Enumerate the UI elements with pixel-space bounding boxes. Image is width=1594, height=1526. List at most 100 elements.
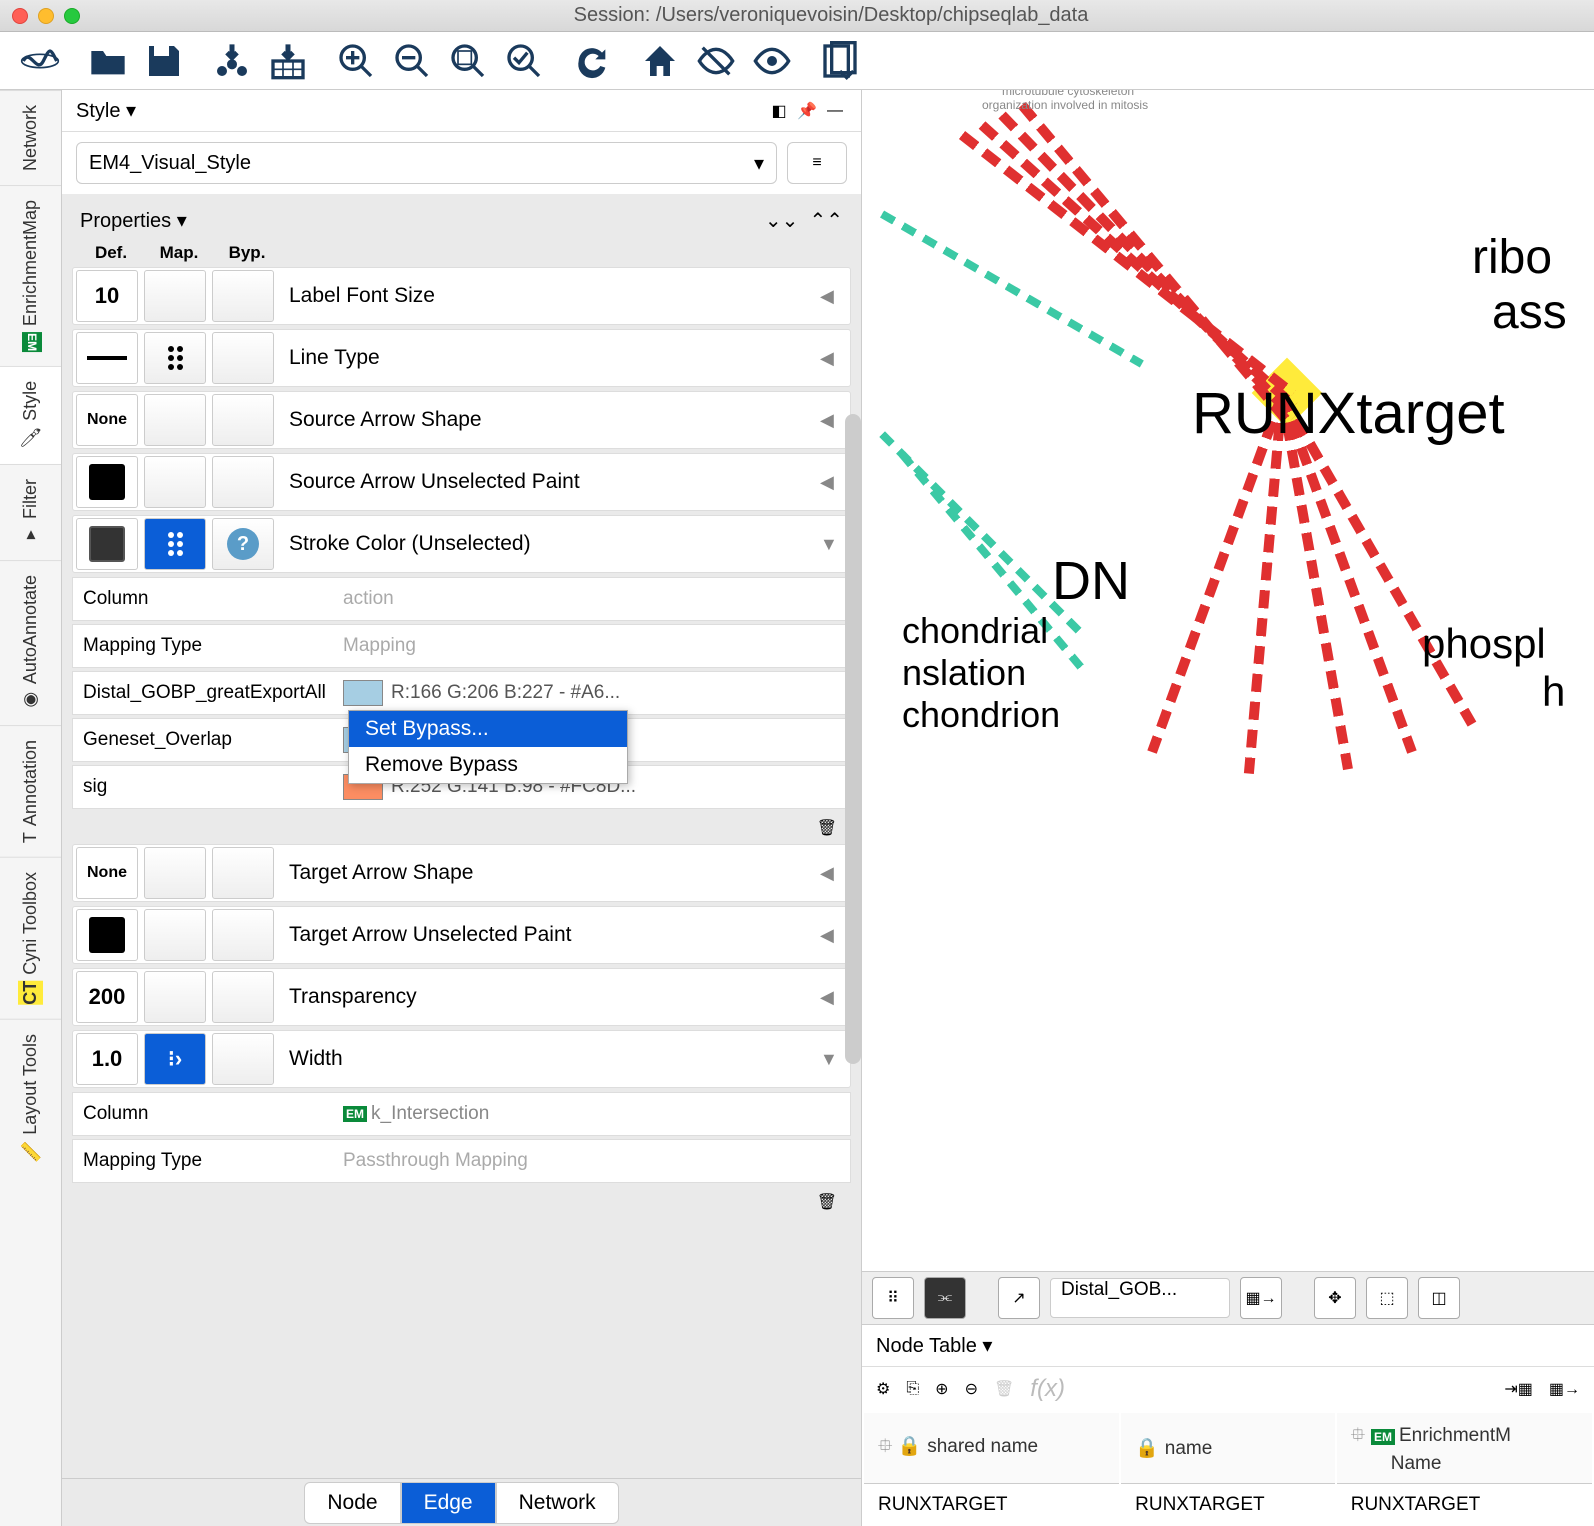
open-icon[interactable] [88, 41, 128, 81]
tab-annotation[interactable]: TAnnotation [0, 725, 61, 857]
function-icon[interactable]: f(x) [1030, 1375, 1065, 1403]
byp-cell[interactable] [212, 847, 274, 899]
prop-source-arrow-paint[interactable]: Source Arrow Unselected Paint ◀ [72, 453, 851, 511]
style-menu-button[interactable]: ≡ [787, 142, 847, 184]
def-cell[interactable]: None [76, 394, 138, 446]
traffic-lights[interactable] [12, 8, 80, 24]
map-cell[interactable] [144, 971, 206, 1023]
tab-enrichmentmap[interactable]: EMEnrichmentMap [0, 185, 61, 366]
tab-filter[interactable]: ▾Filter [0, 464, 61, 560]
menu-set-bypass[interactable]: Set Bypass... [349, 711, 627, 747]
def-cell[interactable]: 10 [76, 270, 138, 322]
float-icon[interactable]: ◧ [767, 101, 791, 121]
width-mapping-row[interactable]: Mapping Type Passthrough Mapping [72, 1139, 851, 1183]
map-cell[interactable] [144, 456, 206, 508]
import-table-icon[interactable]: ⇥▦ [1504, 1379, 1533, 1399]
byp-cell[interactable] [212, 456, 274, 508]
map-cell[interactable] [144, 270, 206, 322]
node-table[interactable]: ⯐ 🔒shared name 🔒name ⯐EMEnrichmentMName … [862, 1411, 1594, 1526]
map-cell[interactable] [144, 394, 206, 446]
refresh-icon[interactable] [572, 41, 612, 81]
visual-style-select[interactable]: EM4_Visual_Style▾ [76, 142, 777, 184]
tab-cyni-toolbox[interactable]: CTCyni Toolbox [0, 857, 61, 1019]
map-cell[interactable] [144, 518, 206, 570]
export-table-icon[interactable]: ▦→ [1549, 1379, 1580, 1399]
byp-cell[interactable] [212, 971, 274, 1023]
wave-icon[interactable] [20, 41, 60, 81]
prop-label-font-size[interactable]: 10 Label Font Size ◀ [72, 267, 851, 325]
def-cell[interactable] [76, 456, 138, 508]
columns-icon[interactable]: ⎘ [906, 1380, 919, 1398]
prop-line-type[interactable]: Line Type ◀ [72, 329, 851, 387]
move-icon[interactable]: ✥ [1314, 1277, 1356, 1319]
byp-cell[interactable] [212, 1033, 274, 1085]
minimize-icon[interactable]: — [823, 101, 847, 121]
tab-network-style[interactable]: Network [496, 1482, 619, 1524]
export-icon[interactable] [820, 41, 860, 81]
node-table-title[interactable]: Node Table ▾ [862, 1325, 1594, 1367]
tab-layout-tools[interactable]: 📏Layout Tools [0, 1019, 61, 1177]
import-network-icon[interactable] [212, 41, 252, 81]
byp-cell[interactable] [212, 270, 274, 322]
add-column-icon[interactable]: ⊕ [935, 1379, 948, 1399]
column-select[interactable]: Distal_GOB... [1050, 1278, 1230, 1318]
save-icon[interactable] [144, 41, 184, 81]
tab-autoannotate[interactable]: ◉AutoAnnotate [0, 560, 61, 725]
maximize-window-button[interactable] [64, 8, 80, 24]
prop-target-arrow-paint[interactable]: Target Arrow Unselected Paint ◀ [72, 906, 851, 964]
zoom-out-icon[interactable] [392, 41, 432, 81]
import-table-icon[interactable] [268, 41, 308, 81]
def-cell[interactable]: 200 [76, 971, 138, 1023]
trash-icon[interactable]: 🗑 [817, 1192, 837, 1212]
show-icon[interactable] [752, 41, 792, 81]
stroke-mapping-row[interactable]: Mapping Type Mapping [72, 624, 851, 668]
tab-node[interactable]: Node [304, 1482, 400, 1524]
prop-width[interactable]: 1.0 ⁝› Width ▼ [72, 1030, 851, 1088]
expand-all-icon[interactable]: ⌃⌃ [809, 208, 843, 233]
prop-stroke-color[interactable]: ? Stroke Color (Unselected) ▼ [72, 515, 851, 573]
panel-title[interactable]: Style ▾ [76, 98, 763, 123]
zoom-in-icon[interactable] [336, 41, 376, 81]
network-view[interactable]: microtubule cytoskeletonorganization inv… [862, 90, 1594, 1271]
prop-transparency[interactable]: 200 Transparency ◀ [72, 968, 851, 1026]
byp-cell[interactable] [212, 909, 274, 961]
tab-edge[interactable]: Edge [401, 1482, 496, 1524]
map-cell[interactable] [144, 847, 206, 899]
map-cell[interactable] [144, 909, 206, 961]
hide-icon[interactable] [696, 41, 736, 81]
map-cell[interactable] [144, 332, 206, 384]
width-column-row[interactable]: Column EM k_Intersection [72, 1092, 851, 1136]
def-cell[interactable]: 1.0 [76, 1033, 138, 1085]
trash-icon[interactable]: 🗑 [817, 818, 837, 838]
def-cell[interactable] [76, 332, 138, 384]
def-cell[interactable] [76, 518, 138, 570]
share-icon[interactable]: ⫘ [924, 1277, 966, 1319]
popout-icon[interactable]: ↗ [998, 1277, 1040, 1319]
prop-target-arrow-shape[interactable]: None Target Arrow Shape ◀ [72, 844, 851, 902]
map-cell[interactable]: ⁝› [144, 1033, 206, 1085]
home-icon[interactable] [640, 41, 680, 81]
byp-cell[interactable]: ? [212, 518, 274, 570]
byp-cell[interactable] [212, 394, 274, 446]
zoom-selected-icon[interactable] [504, 41, 544, 81]
gear-icon[interactable]: ⚙ [876, 1379, 890, 1399]
properties-header[interactable]: Properties ▾ ⌄⌄ ⌃⌃ [72, 202, 851, 239]
byp-cell[interactable] [212, 332, 274, 384]
select-lasso-icon[interactable]: ◫ [1418, 1277, 1460, 1319]
stroke-column-row[interactable]: Column action [72, 577, 851, 621]
scrollbar[interactable] [845, 414, 861, 1064]
def-cell[interactable]: None [76, 847, 138, 899]
stroke-color-row-0[interactable]: Distal_GOBP_greatExportAll R:166 G:206 B… [72, 671, 851, 715]
remove-column-icon[interactable]: ⊖ [965, 1379, 978, 1399]
export-data-icon[interactable]: ▦→ [1240, 1277, 1282, 1319]
minimize-window-button[interactable] [38, 8, 54, 24]
close-window-button[interactable] [12, 8, 28, 24]
pin-icon[interactable]: 📌 [795, 101, 819, 121]
def-cell[interactable] [76, 909, 138, 961]
delete-icon[interactable]: 🗑 [994, 1379, 1014, 1399]
collapse-all-icon[interactable]: ⌄⌄ [765, 208, 799, 233]
grid-icon[interactable]: ⠿ [872, 1277, 914, 1319]
zoom-fit-icon[interactable] [448, 41, 488, 81]
tab-style[interactable]: 🖌Style [0, 366, 61, 464]
tab-network[interactable]: Network [0, 90, 61, 185]
